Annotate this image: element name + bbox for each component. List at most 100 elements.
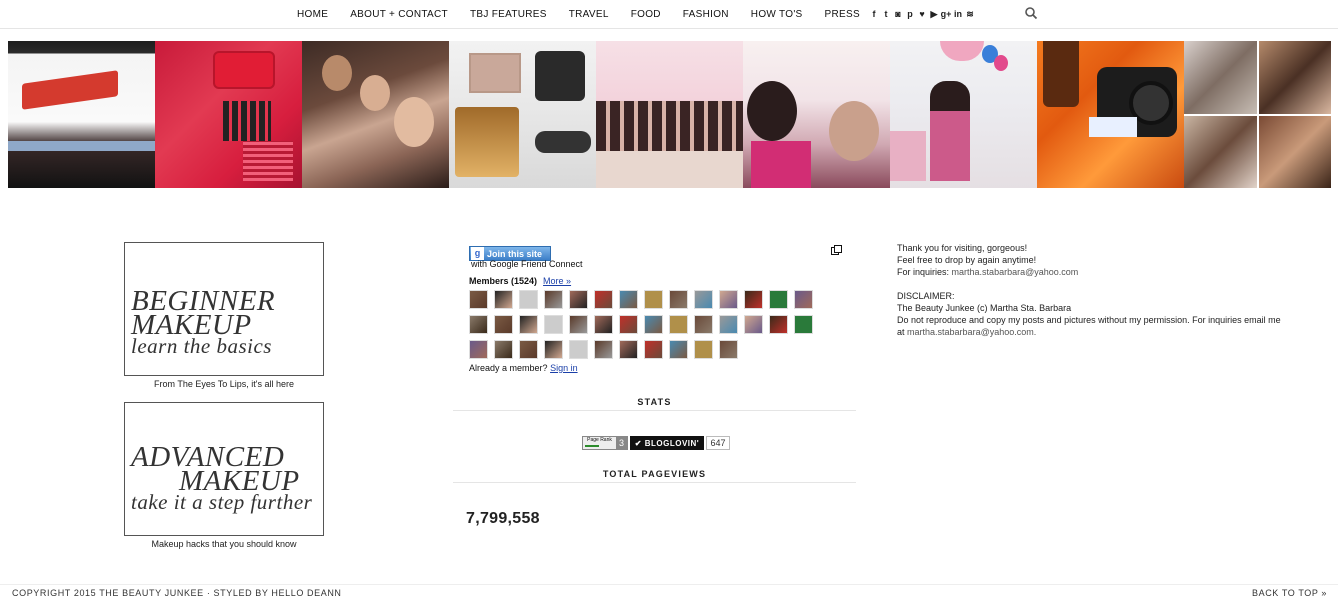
member-avatar[interactable]	[469, 340, 488, 359]
photo-tile[interactable]	[596, 41, 743, 188]
member-avatar[interactable]	[694, 340, 713, 359]
members-count: Members (1524)	[469, 276, 538, 286]
disclaimer-line: at martha.stabarbara@yahoo.com.	[897, 327, 1037, 337]
member-avatar[interactable]	[494, 290, 513, 309]
member-avatars	[469, 290, 829, 359]
member-avatar[interactable]	[719, 340, 738, 359]
nav-home[interactable]: HOME	[297, 9, 328, 20]
member-avatar[interactable]	[569, 290, 588, 309]
youtube-icon[interactable]: ▶	[928, 9, 940, 20]
pinterest-icon[interactable]: p	[904, 9, 916, 19]
member-avatar[interactable]	[494, 340, 513, 359]
rss-icon[interactable]: ≋	[964, 9, 976, 20]
member-avatar[interactable]	[494, 315, 513, 334]
advanced-makeup-banner[interactable]: ADVANCED MAKEUP take it a step further	[124, 402, 324, 536]
member-avatar[interactable]	[544, 340, 563, 359]
member-avatar[interactable]	[619, 315, 638, 334]
more-members-link[interactable]: More »	[543, 276, 571, 286]
member-avatar[interactable]	[569, 340, 588, 359]
member-avatar[interactable]	[594, 290, 613, 309]
photo-tile[interactable]	[8, 41, 155, 188]
linkedin-icon[interactable]: in	[952, 9, 964, 19]
facebook-icon[interactable]: f	[868, 9, 880, 19]
inquiries-line: For inquiries: martha.stabarbara@yahoo.c…	[897, 267, 1079, 277]
photo-tile[interactable]	[890, 41, 1037, 188]
promo-subtitle: take it a step further	[131, 490, 313, 514]
back-to-top-link[interactable]: BACK TO TOP »	[1252, 588, 1327, 598]
member-avatar[interactable]	[519, 290, 538, 309]
twitter-icon[interactable]: t	[880, 9, 892, 19]
photo-tile[interactable]	[1184, 41, 1331, 188]
member-avatar[interactable]	[719, 290, 738, 309]
bloglovin-count: 647	[706, 436, 730, 450]
sign-in-link[interactable]: Sign in	[550, 363, 578, 373]
nav-travel[interactable]: TRAVEL	[569, 9, 609, 20]
nav-tbj-features[interactable]: TBJ FEATURES	[470, 9, 547, 20]
copyright-text: COPYRIGHT 2015 THE BEAUTY JUNKEE · STYLE…	[12, 588, 342, 598]
member-avatar[interactable]	[769, 290, 788, 309]
photo-tile[interactable]	[743, 41, 890, 188]
photo-tile[interactable]	[1037, 41, 1184, 188]
disclaimer-line: The Beauty Junkee (c) Martha Sta. Barbar…	[897, 303, 1072, 313]
member-avatar[interactable]	[519, 315, 538, 334]
photo-tile[interactable]	[449, 41, 596, 188]
heart-icon[interactable]: ♥	[916, 9, 928, 19]
member-avatar[interactable]	[744, 315, 763, 334]
nav-food[interactable]: FOOD	[631, 9, 661, 20]
google-plus-icon[interactable]: g+	[940, 9, 952, 19]
member-avatar[interactable]	[469, 290, 488, 309]
pagerank-badge[interactable]: Page Rank 3	[582, 436, 628, 450]
member-avatar[interactable]	[619, 290, 638, 309]
members-line: Members (1524) More »	[469, 276, 571, 286]
nav-about-contact[interactable]: ABOUT + CONTACT	[350, 9, 448, 20]
advanced-makeup-caption: Makeup hacks that you should know	[151, 539, 297, 549]
beginner-makeup-banner[interactable]: BEGINNER MAKEUP learn the basics	[124, 242, 324, 376]
stats-badges: Page Rank 3 ✔ BLOGLOVIN' 647	[582, 436, 730, 450]
member-avatar[interactable]	[669, 340, 688, 359]
about-line: Feel free to drop by again anytime!	[897, 255, 1037, 265]
member-avatar[interactable]	[694, 290, 713, 309]
beginner-makeup-caption: From The Eyes To Lips, it's all here	[154, 379, 294, 389]
member-avatar[interactable]	[594, 315, 613, 334]
disclaimer-line: Do not reproduce and copy my posts and p…	[897, 315, 1281, 325]
email-link[interactable]: martha.stabarbara@yahoo.com.	[907, 327, 1036, 337]
photo-tile[interactable]	[302, 41, 449, 188]
disclaimer-title: DISCLAIMER:	[897, 291, 955, 301]
divider	[453, 482, 856, 483]
email-link[interactable]: martha.stabarbara@yahoo.com	[952, 267, 1079, 277]
popout-icon[interactable]	[831, 245, 842, 255]
photo-mosaic	[1184, 41, 1331, 188]
member-avatar[interactable]	[744, 290, 763, 309]
member-avatar[interactable]	[794, 290, 813, 309]
member-avatar[interactable]	[594, 340, 613, 359]
member-avatar[interactable]	[569, 315, 588, 334]
member-avatar[interactable]	[544, 290, 563, 309]
member-avatar[interactable]	[769, 315, 788, 334]
member-avatar[interactable]	[644, 290, 663, 309]
bloglovin-button[interactable]: ✔ BLOGLOVIN'	[630, 436, 704, 450]
nav-how-tos[interactable]: HOW TO'S	[751, 9, 803, 20]
member-avatar[interactable]	[619, 340, 638, 359]
gfc-subtitle: with Google Friend Connect	[471, 259, 583, 269]
member-avatar[interactable]	[794, 315, 813, 334]
member-avatar[interactable]	[694, 315, 713, 334]
member-avatar[interactable]	[644, 340, 663, 359]
member-avatar[interactable]	[644, 315, 663, 334]
stats-title: STATS	[637, 397, 672, 407]
search-icon[interactable]	[1024, 6, 1038, 20]
member-avatar[interactable]	[519, 340, 538, 359]
instagram-icon[interactable]: ◙	[892, 9, 904, 19]
member-avatar[interactable]	[669, 290, 688, 309]
member-avatar[interactable]	[719, 315, 738, 334]
about-line: Thank you for visiting, gorgeous!	[897, 243, 1028, 253]
photo-tile[interactable]	[155, 41, 302, 188]
nav-press[interactable]: PRESS	[825, 9, 860, 20]
member-avatar[interactable]	[544, 315, 563, 334]
already-member-line: Already a member? Sign in	[469, 363, 578, 373]
top-navigation: HOME ABOUT + CONTACT TBJ FEATURES TRAVEL…	[0, 0, 1338, 29]
member-avatar[interactable]	[469, 315, 488, 334]
instagram-photo-strip	[8, 41, 1331, 188]
nav-fashion[interactable]: FASHION	[683, 9, 729, 20]
divider	[453, 410, 856, 411]
member-avatar[interactable]	[669, 315, 688, 334]
